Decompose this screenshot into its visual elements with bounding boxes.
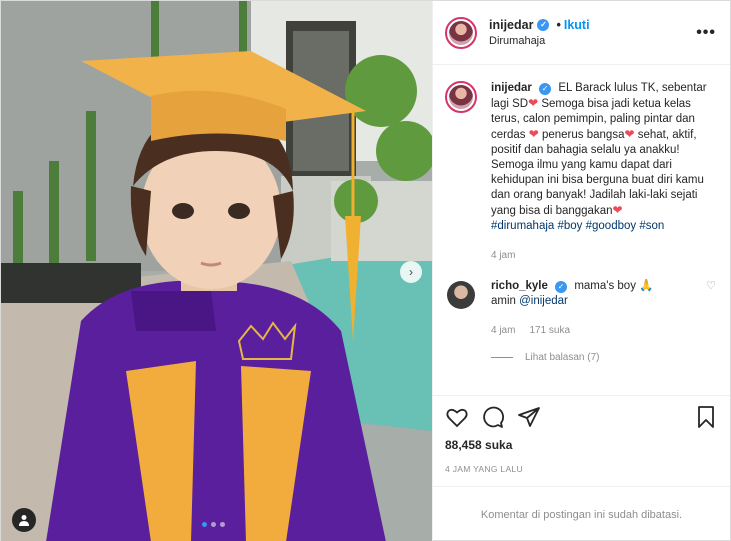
comment-body: mama's boy: [574, 280, 636, 292]
verified-badge-icon: ✓: [537, 19, 550, 31]
comment-time[interactable]: 4 jam: [491, 323, 515, 338]
follow-button[interactable]: Ikuti: [564, 18, 590, 32]
post-actions: [433, 395, 730, 438]
post-sidebar: inijedar ✓ • Ikuti Dirumahaja ••• inijed…: [432, 1, 730, 541]
caption-part: sehat, aktif, positif dan bahagia selalu…: [491, 129, 704, 217]
view-replies-label: Lihat balasan (7): [525, 352, 600, 363]
replies-divider: [491, 357, 513, 358]
separator-dot: •: [556, 18, 561, 32]
verified-badge-icon: ✓: [555, 281, 568, 293]
comment-likes[interactable]: 171 suka: [529, 323, 570, 338]
caption-time[interactable]: 4 jam: [491, 248, 515, 263]
instagram-post: › inijedar ✓ • Ikuti Dirumahaja ••• inij…: [0, 0, 731, 541]
view-replies-button[interactable]: Lihat balasan (7): [445, 352, 716, 363]
author-username[interactable]: inijedar: [489, 18, 533, 32]
post-header: inijedar ✓ • Ikuti Dirumahaja •••: [433, 1, 730, 65]
tagged-users-button[interactable]: [12, 508, 36, 532]
share-icon[interactable]: [517, 405, 541, 429]
heart-icon[interactable]: [445, 405, 469, 429]
comment-item: richo_kyle ✓ mama's boy 🙏 amin @inijedar…: [445, 279, 716, 338]
comment-icon[interactable]: [481, 405, 505, 429]
comment-meta: 4 jam 171 suka: [491, 323, 700, 338]
likes-count[interactable]: 88,458 suka: [433, 438, 730, 458]
comment-text: richo_kyle ✓ mama's boy 🙏 amin @inijedar: [491, 279, 700, 309]
more-options-icon[interactable]: •••: [696, 24, 716, 42]
carousel-indicator: [202, 522, 225, 527]
verified-badge-icon: ✓: [539, 83, 552, 95]
post-timestamp[interactable]: 4 JAM YANG LALU: [433, 458, 730, 486]
heart-emoji-icon: ❤: [528, 127, 539, 141]
heart-emoji-icon: ❤: [624, 127, 635, 141]
avatar[interactable]: [445, 279, 477, 311]
caption-username[interactable]: inijedar: [491, 82, 532, 94]
caption-part: penerus bangsa: [538, 129, 625, 141]
heart-emoji-icon: ❤: [528, 96, 539, 110]
comment-body: amin: [491, 295, 520, 307]
user-tag-icon: [19, 515, 29, 526]
post-photo[interactable]: ›: [1, 1, 432, 541]
comment-username[interactable]: richo_kyle: [491, 280, 548, 292]
praying-hands-icon: 🙏: [639, 280, 654, 292]
chevron-right-icon: ›: [409, 265, 413, 279]
bookmark-icon[interactable]: [694, 405, 718, 429]
post-location[interactable]: Dirumahaja: [489, 35, 696, 47]
heart-emoji-icon: ❤: [612, 203, 623, 217]
comments-limited-notice: Komentar di postingan ini sudah dibatasi…: [433, 486, 730, 541]
caption-item: inijedar ✓ EL Barack lulus TK, sebentar …: [445, 81, 716, 263]
carousel-dot: [220, 522, 225, 527]
comment-mention[interactable]: @inijedar: [519, 295, 568, 307]
avatar[interactable]: [445, 16, 477, 49]
comments-list: inijedar ✓ EL Barack lulus TK, sebentar …: [433, 65, 730, 395]
avatar[interactable]: [445, 81, 477, 113]
next-photo-button[interactable]: ›: [400, 261, 422, 283]
caption-text: inijedar ✓ EL Barack lulus TK, sebentar …: [491, 81, 716, 219]
caption-hashtags[interactable]: #dirumahaja #boy #goodboy #son: [491, 219, 716, 234]
caption-meta: 4 jam: [491, 248, 716, 263]
like-comment-heart-icon[interactable]: ♡: [706, 279, 716, 338]
carousel-dot: [211, 522, 216, 527]
photo-graduation-child: [1, 1, 432, 541]
carousel-dot: [202, 522, 207, 527]
